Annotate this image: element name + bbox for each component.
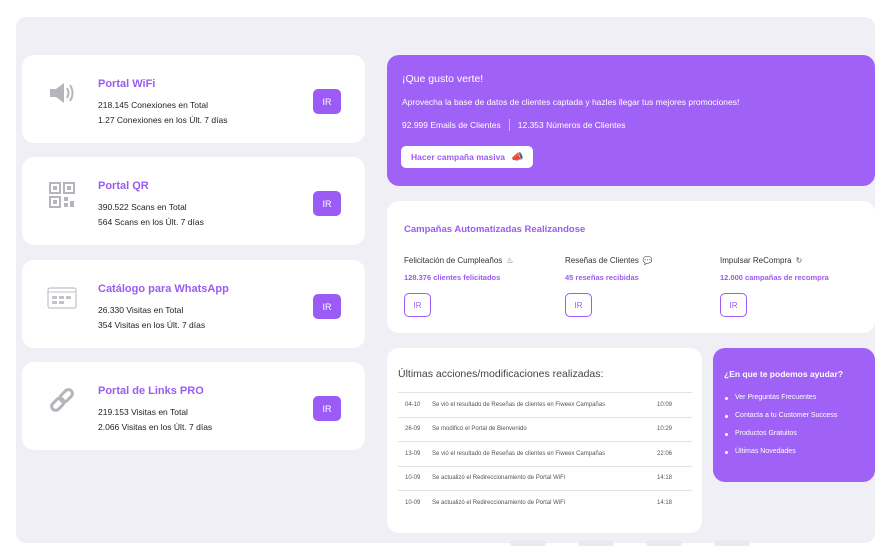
campaign-name-row: Reseñas de Clientes 💬 xyxy=(565,256,715,265)
row-text: Se modificó el Portal de Bienvenido xyxy=(432,416,652,442)
weekly-stat: 1.27 Conexiones en los Últ. 7 días xyxy=(98,115,228,125)
activity-table: 04-10 Se vió el resultado de Reseñas de … xyxy=(398,392,692,515)
automated-heading: Campañas Automatizadas Realizandose xyxy=(404,224,586,235)
offscreen-card-edge xyxy=(578,540,614,546)
row-text: Se actualizó el Redireccionamiento de Po… xyxy=(432,490,652,515)
email-count: 92.999 Emails de Clientes xyxy=(402,120,501,130)
go-reviews-button[interactable]: IR xyxy=(565,293,592,317)
help-heading: ¿En que te podemos ayudar? xyxy=(724,369,844,379)
row-time: 22:06 xyxy=(652,441,692,466)
row-time: 14:18 xyxy=(652,490,692,515)
card-title: Portal QR xyxy=(98,180,149,192)
row-text: Se actualizó el Redireccionamiento de Po… xyxy=(432,465,652,491)
portal-wifi-card: Portal WiFi 218.145 Conexiones en Total … xyxy=(22,55,365,143)
row-date: 04-10 xyxy=(398,392,432,417)
row-date: 13-09 xyxy=(398,441,432,466)
go-repurchase-button[interactable]: IR xyxy=(720,293,747,317)
weekly-stat: 564 Scans en los Últ. 7 días xyxy=(98,217,204,227)
mass-campaign-label: Hacer campaña masiva xyxy=(411,152,506,162)
table-row: 10-09 Se actualizó el Redireccionamiento… xyxy=(398,490,692,515)
qr-code-icon xyxy=(46,179,78,211)
campaign-name: Reseñas de Clientes xyxy=(565,256,639,265)
campaign-name-row: Impulsar ReCompra ↻ xyxy=(720,256,870,265)
divider xyxy=(508,119,510,131)
refresh-icon: ↻ xyxy=(795,256,803,265)
total-stat: 390.522 Scans en Total xyxy=(98,202,187,212)
help-link-customer-success[interactable]: Contacta a tu Customer Success xyxy=(724,412,837,430)
birthday-campaign: Felicitación de Cumpleaños ♨ 128.376 cli… xyxy=(404,256,554,317)
campaign-value: 128.376 clientes felicitados xyxy=(404,273,501,282)
activity-log-heading: Últimas acciones/modificaciones realizad… xyxy=(398,368,604,380)
portal-links-card: Portal de Links PRO 219.153 Visitas en T… xyxy=(22,362,365,450)
campaign-value: 45 reseñas recibidas xyxy=(565,273,639,282)
weekly-stat: 2.066 Visitas en los Últ. 7 días xyxy=(98,422,213,432)
row-date: 26-09 xyxy=(398,416,432,442)
repurchase-campaign: Impulsar ReCompra ↻ 12.000 campañas de r… xyxy=(720,256,870,317)
offscreen-card-edge xyxy=(714,540,750,546)
contact-stats: 92.999 Emails de Clientes 12.353 Números… xyxy=(402,119,626,131)
total-stat: 26.330 Visitas en Total xyxy=(98,305,184,315)
help-panel: ¿En que te podemos ayudar? Ver Preguntas… xyxy=(713,348,875,482)
welcome-description: Aprovecha la base de datos de clientes c… xyxy=(402,97,740,107)
offscreen-card-edge xyxy=(510,540,546,546)
welcome-greeting: ¡Que gusto verte! xyxy=(402,73,484,85)
row-time: 14:18 xyxy=(652,465,692,491)
cake-icon: ♨ xyxy=(506,256,514,265)
table-row: 10-09 Se actualizó el Redireccionamiento… xyxy=(398,465,692,491)
row-date: 10-09 xyxy=(398,490,432,515)
go-birthday-button[interactable]: IR xyxy=(404,293,431,317)
offscreen-card-edge xyxy=(646,540,682,546)
mass-campaign-button[interactable]: Hacer campaña masiva 📣 xyxy=(401,146,534,168)
campaign-name-row: Felicitación de Cumpleaños ♨ xyxy=(404,256,554,265)
row-time: 10:09 xyxy=(652,392,692,417)
campaign-value: 12.000 campañas de recompra xyxy=(720,273,829,282)
row-text: Se vió el resultado de Reseñas de client… xyxy=(432,392,652,417)
total-stat: 219.153 Visitas en Total xyxy=(98,407,188,417)
megaphone-icon: 📣 xyxy=(511,151,524,163)
go-portal-wifi-button[interactable]: IR xyxy=(313,89,341,114)
reviews-campaign: Reseñas de Clientes 💬 45 reseñas recibid… xyxy=(565,256,715,317)
row-date: 10-09 xyxy=(398,465,432,491)
automated-campaigns-panel: Campañas Automatizadas Realizandose Feli… xyxy=(387,201,875,333)
activity-log-panel: Últimas acciones/modificaciones realizad… xyxy=(387,348,702,533)
row-time: 10:29 xyxy=(652,416,692,442)
go-catalog-button[interactable]: IR xyxy=(313,294,341,319)
table-row: 13-09 Se vió el resultado de Reseñas de … xyxy=(398,441,692,466)
table-row: 04-10 Se vió el resultado de Reseñas de … xyxy=(398,392,692,417)
campaign-name: Felicitación de Cumpleaños xyxy=(404,256,503,265)
card-title: Portal de Links PRO xyxy=(98,385,204,397)
go-portal-links-button[interactable]: IR xyxy=(313,396,341,421)
help-link-faq[interactable]: Ver Preguntas Frecuentes xyxy=(724,394,837,412)
total-stat: 218.145 Conexiones en Total xyxy=(98,100,208,110)
wifi-signal-icon xyxy=(46,77,78,109)
card-title: Catálogo para WhatsApp xyxy=(98,283,229,295)
portal-qr-card: Portal QR 390.522 Scans en Total 564 Sca… xyxy=(22,157,365,245)
weekly-stat: 354 Visitas en los Últ. 7 días xyxy=(98,320,206,330)
campaign-name: Impulsar ReCompra xyxy=(720,256,792,265)
link-chain-icon xyxy=(46,384,78,416)
go-portal-qr-button[interactable]: IR xyxy=(313,191,341,216)
welcome-panel: ¡Que gusto verte! Aprovecha la base de d… xyxy=(387,55,875,186)
help-link-news[interactable]: Últimas Novedades xyxy=(724,448,837,466)
row-text: Se vió el resultado de Reseñas de client… xyxy=(432,441,652,466)
speech-bubble-icon: 💬 xyxy=(642,256,653,265)
help-link-free-products[interactable]: Productos Gratuitos xyxy=(724,430,837,448)
catalog-icon xyxy=(46,282,78,314)
help-list: Ver Preguntas Frecuentes Contacta a tu C… xyxy=(724,394,837,466)
table-row: 26-09 Se modificó el Portal de Bienvenid… xyxy=(398,416,692,442)
card-title: Portal WiFi xyxy=(98,78,156,90)
catalog-whatsapp-card: Catálogo para WhatsApp 26.330 Visitas en… xyxy=(22,260,365,348)
phone-count: 12.353 Números de Clientes xyxy=(517,120,626,130)
